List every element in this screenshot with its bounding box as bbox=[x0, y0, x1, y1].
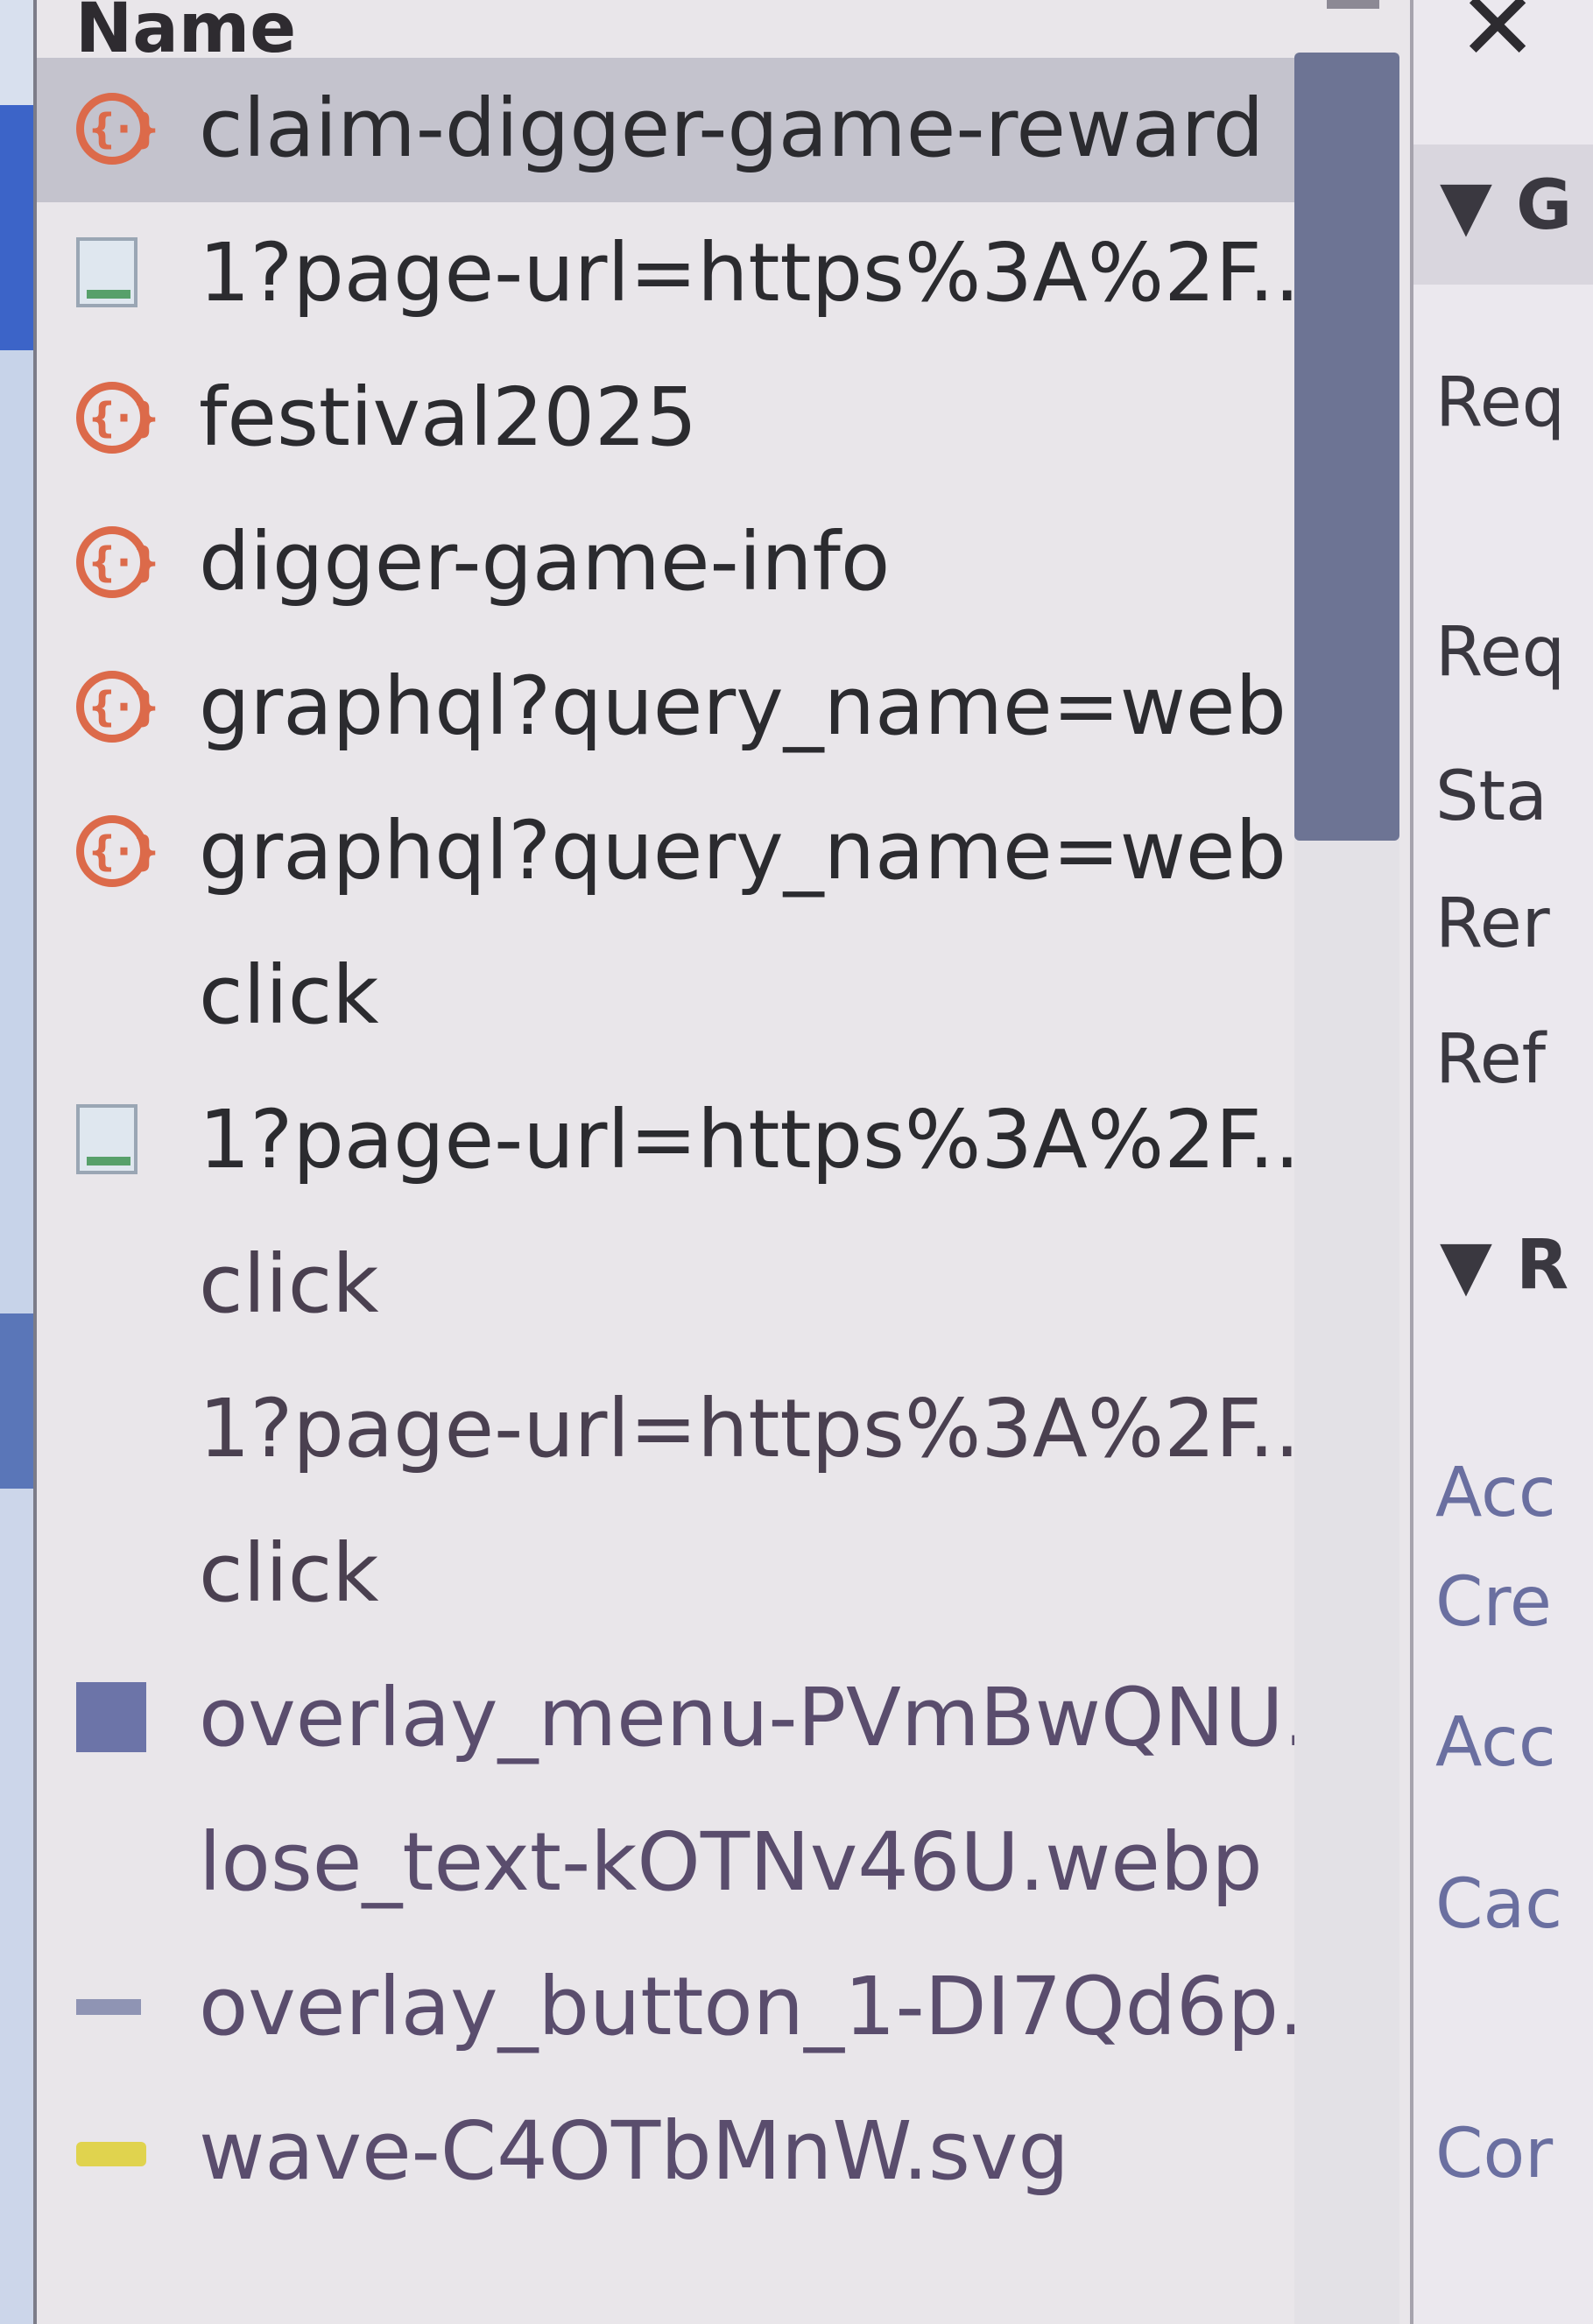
request-rows: claim-digger-game-reward 1?page-url=http… bbox=[37, 58, 1364, 2225]
request-row[interactable]: graphql?query_name=web... bbox=[37, 780, 1364, 925]
request-name: 1?page-url=https%3A%2F... bbox=[199, 1382, 1326, 1475]
request-name: graphql?query_name=web... bbox=[199, 659, 1364, 753]
detail-field-label: Req bbox=[1435, 363, 1566, 442]
detail-field-label: Rer bbox=[1435, 884, 1550, 963]
request-row[interactable]: click bbox=[37, 1503, 1298, 1647]
request-row[interactable]: overlay_menu-PVmBwQNU... bbox=[37, 1647, 1360, 1792]
request-name: digger-game-info bbox=[199, 515, 891, 609]
request-name: wave-C4OTbMnW.svg bbox=[199, 2104, 1069, 2198]
detail-field-label: Ref bbox=[1435, 1020, 1547, 1099]
request-name: overlay_button_1-DI7Qd6p... bbox=[199, 1960, 1356, 2053]
svg-icon bbox=[76, 2142, 146, 2166]
scrollbar-thumb[interactable] bbox=[1294, 53, 1399, 841]
minimize-icon[interactable] bbox=[1327, 0, 1379, 9]
network-request-list: Name claim-digger-game-reward 1?page-url… bbox=[37, 0, 1364, 2324]
fetch-icon bbox=[76, 93, 160, 165]
request-name: graphql?query_name=web... bbox=[199, 804, 1364, 898]
name-column-header[interactable]: Name bbox=[37, 0, 1307, 68]
general-section-toggle[interactable]: ▼ G bbox=[1440, 166, 1572, 245]
close-icon[interactable]: ✕ bbox=[1457, 0, 1538, 74]
fetch-icon bbox=[76, 526, 160, 598]
request-name: claim-digger-game-reward bbox=[199, 81, 1265, 175]
detail-field-label: Cre bbox=[1435, 1563, 1552, 1642]
request-row[interactable]: 1?page-url=https%3A%2F... bbox=[37, 202, 1326, 347]
detail-field-label: Cac bbox=[1435, 1865, 1563, 1944]
fetch-icon bbox=[76, 382, 160, 454]
request-row[interactable]: click bbox=[37, 925, 1298, 1069]
request-row[interactable]: overlay_button_1-DI7Qd6p... bbox=[37, 1936, 1356, 2081]
detail-field-label: Acc bbox=[1435, 1703, 1556, 1782]
request-name: overlay_menu-PVmBwQNU... bbox=[199, 1671, 1361, 1764]
fetch-icon bbox=[76, 671, 160, 743]
request-row[interactable]: claim-digger-game-reward bbox=[37, 58, 1298, 202]
request-name: festival2025 bbox=[199, 370, 698, 464]
request-details-panel: ✕ ▼ G Req Req Sta Rer Ref ▼ R Acc Cre Ac… bbox=[1410, 0, 1593, 2324]
request-row[interactable]: festival2025 bbox=[37, 347, 1298, 491]
response-section-toggle[interactable]: ▼ R bbox=[1440, 1226, 1568, 1305]
request-name: click bbox=[199, 948, 379, 1042]
request-name: click bbox=[199, 1237, 379, 1331]
fetch-icon bbox=[76, 815, 160, 887]
image-icon bbox=[76, 1999, 141, 2015]
detail-field-label: Cor bbox=[1435, 2115, 1554, 2194]
document-icon bbox=[76, 1104, 137, 1174]
detail-field-label: Acc bbox=[1435, 1454, 1556, 1532]
request-row[interactable]: digger-game-info bbox=[37, 491, 1298, 636]
request-name: click bbox=[199, 1526, 379, 1620]
image-icon bbox=[76, 1682, 146, 1752]
left-window-edge bbox=[0, 0, 33, 2324]
request-row[interactable]: wave-C4OTbMnW.svg bbox=[37, 2081, 1298, 2225]
request-row[interactable]: 1?page-url=https%3A%2F... bbox=[37, 1069, 1326, 1214]
request-name: lose_text-kOTNv46U.webp bbox=[199, 1815, 1263, 1909]
request-name: 1?page-url=https%3A%2F... bbox=[199, 226, 1326, 320]
detail-field-label: Req bbox=[1435, 613, 1566, 692]
request-name: 1?page-url=https%3A%2F... bbox=[199, 1093, 1326, 1187]
request-row[interactable]: lose_text-kOTNv46U.webp bbox=[37, 1792, 1298, 1936]
request-row[interactable]: click bbox=[37, 1214, 1298, 1358]
detail-field-label: Sta bbox=[1435, 757, 1547, 836]
request-row[interactable]: 1?page-url=https%3A%2F... bbox=[37, 1358, 1326, 1503]
document-icon bbox=[76, 237, 137, 307]
request-row[interactable]: graphql?query_name=web... bbox=[37, 636, 1364, 780]
